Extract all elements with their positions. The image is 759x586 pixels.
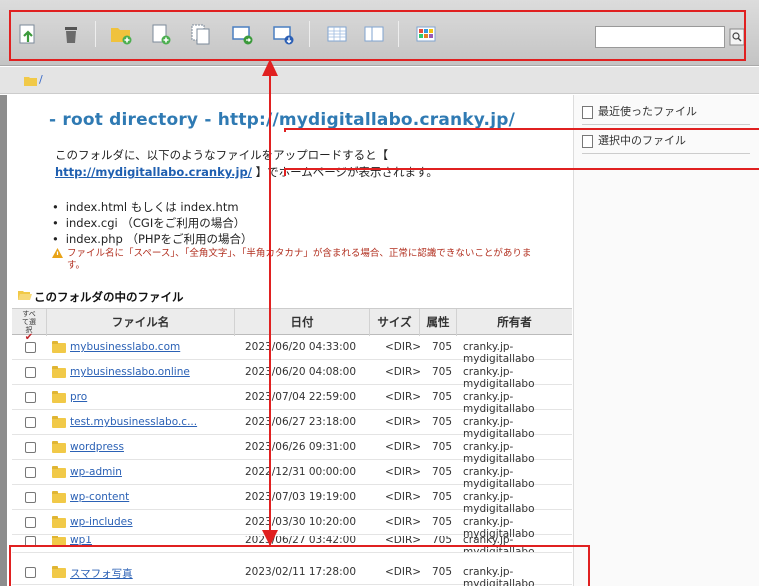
file-name-link[interactable]: pro [70,391,87,403]
row-checkbox[interactable] [25,417,36,428]
table-row[interactable]: wordpress 2023/06/26 09:31:00 <DIR> 705 … [12,436,572,465]
recent-files-item[interactable]: 最近使ったファイル [582,101,750,125]
file-date: 2023/06/20 04:08:00 [245,366,357,378]
header-date[interactable]: 日付 [235,309,370,336]
page-title: - root directory - http://mydigitallabo.… [49,110,515,130]
path-link[interactable]: / [39,73,43,86]
list-item: index.cgi （CGIをご利用の場合） [52,215,252,231]
table-row[interactable]: test.mybusinesslabo.c... 2023/06/27 23:1… [12,411,572,440]
folder-icon [52,466,66,478]
list-item: index.html もしくは index.htm [52,199,252,215]
header-attr[interactable]: 属性 [420,309,457,336]
header-name[interactable]: ファイル名 [47,309,235,336]
folder-icon [52,416,66,428]
file-attr: 705 [432,341,453,353]
file-date: 2023/06/27 23:18:00 [245,416,357,428]
folder-icon [52,366,66,378]
selected-files-label: 選択中のファイル [598,134,686,147]
table-row[interactable]: pro 2023/07/04 22:59:00 <DIR> 705 cranky… [12,386,572,415]
file-attr: 705 [432,491,453,503]
header-size[interactable]: サイズ [370,309,420,336]
file-size: <DIR> [385,366,422,378]
file-size: <DIR> [385,491,422,503]
file-icon [582,106,593,119]
file-attr: 705 [432,416,453,428]
file-size: <DIR> [385,441,422,453]
annotation-box-rows [9,545,590,586]
left-edge-bar [0,95,7,586]
path-bar [0,67,759,94]
annotation-connector-line [286,128,759,130]
annotation-box-toolbar [9,10,746,61]
file-date: 2022/12/31 00:00:00 [245,466,357,478]
arrow-down-icon [262,530,278,546]
folder-icon [52,391,66,403]
file-name-link[interactable]: wp-admin [70,466,122,478]
header-owner[interactable]: 所有者 [457,309,572,336]
file-size: <DIR> [385,391,422,403]
file-attr: 705 [432,516,453,528]
file-name-link[interactable]: mybusinesslabo.online [70,366,190,378]
table-row[interactable]: mybusinesslabo.com 2023/06/20 04:33:00 <… [12,336,572,365]
arrow-up-icon [262,59,278,76]
folder-icon [52,341,66,353]
row-checkbox[interactable] [25,517,36,528]
annotation-connector-line [284,168,286,176]
warning-text: ファイル名に「スペース」、「全角文字」、「半角カタカナ」が含まれる場合、正常に認… [67,248,532,271]
folder-icon [24,77,37,86]
row-checkbox[interactable] [25,442,36,453]
file-size: <DIR> [385,341,422,353]
row-checkbox[interactable] [25,367,36,378]
section-title: このフォルダの中のファイル [34,290,184,304]
file-date: 2023/07/04 22:59:00 [245,391,357,403]
file-attr: 705 [432,366,453,378]
file-manager-page: / 最近使ったファイル 選択中のファイル - root directory - … [0,0,759,586]
homepage-link[interactable]: http://mydigitallabo.cranky.jp/ [55,165,252,179]
file-name-link[interactable]: wp-content [70,491,129,503]
table-row[interactable]: wp-content 2023/07/03 19:19:00 <DIR> 705… [12,486,572,515]
file-date: 2023/06/26 09:31:00 [245,441,357,453]
file-date: 2023/07/03 19:19:00 [245,491,357,503]
index-files-list: index.html もしくは index.htm index.cgi （CGI… [52,199,253,247]
file-name-link[interactable]: wp-includes [70,516,133,528]
folder-icon [52,441,66,453]
table-row[interactable]: wp-admin 2022/12/31 00:00:00 <DIR> 705 c… [12,461,572,490]
file-size: <DIR> [385,516,422,528]
annotation-connector-line [286,168,759,170]
file-attr: 705 [432,466,453,478]
row-checkbox[interactable] [25,467,36,478]
file-attr: 705 [432,441,453,453]
folder-icon [52,516,66,528]
table-row[interactable]: mybusinesslabo.online 2023/06/20 04:08:0… [12,361,572,390]
row-checkbox[interactable] [25,492,36,503]
file-date: 2023/06/20 04:33:00 [245,341,357,353]
file-name-link[interactable]: test.mybusinesslabo.c... [70,416,197,428]
select-all-toggle[interactable]: すべて選択 ✔ [12,309,47,343]
selected-files-item[interactable]: 選択中のファイル [582,130,750,154]
description: このフォルダに、以下のようなファイルをアップロードすると【 http://myd… [55,147,535,181]
table-row[interactable]: wp-includes 2023/03/30 10:20:00 <DIR> 70… [12,511,572,540]
file-date: 2023/03/30 10:20:00 [245,516,357,528]
annotation-vertical-line [269,74,271,545]
file-icon [582,135,593,148]
recent-files-label: 最近使ったファイル [598,105,697,118]
row-checkbox[interactable] [25,342,36,353]
table-header: すべて選択 ✔ ファイル名 日付 サイズ 属性 所有者 [12,308,572,343]
row-checkbox[interactable] [25,392,36,403]
folder-icon [52,491,66,503]
file-name-link[interactable]: mybusinesslabo.com [70,341,180,353]
file-size: <DIR> [385,416,422,428]
select-all-label: すべて選択 [22,310,36,334]
file-size: <DIR> [385,466,422,478]
description-text-before: このフォルダに、以下のようなファイルをアップロードすると【 [55,148,389,162]
list-item: index.php （PHPをご利用の場合） [52,231,253,247]
file-attr: 705 [432,391,453,403]
annotation-connector-line [284,128,286,132]
file-name-link[interactable]: wordpress [70,441,124,453]
